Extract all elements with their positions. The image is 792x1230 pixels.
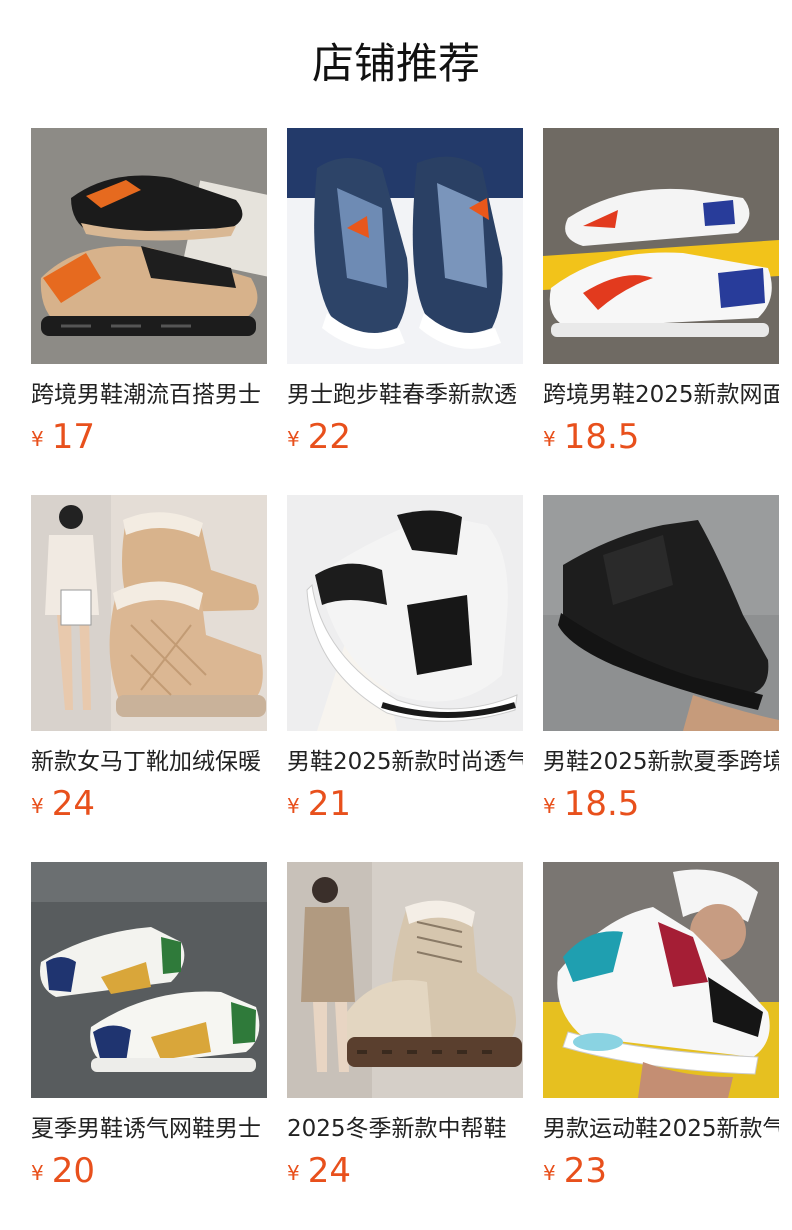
product-card[interactable]: 男款运动鞋2025新款气 ¥23 — [543, 862, 779, 1192]
cream-fur-lined-boots-image — [287, 862, 523, 1098]
product-card[interactable]: 男士跑步鞋春季新款透 ¥22 — [287, 128, 523, 458]
product-name[interactable]: 男士跑步鞋春季新款透 — [287, 379, 523, 411]
product-image[interactable] — [287, 862, 523, 1098]
white-red-blue-sneakers-image — [543, 128, 779, 364]
product-image[interactable] — [287, 128, 523, 364]
product-name[interactable]: 男鞋2025新款夏季跨境 — [543, 746, 779, 778]
product-name[interactable]: 男鞋2025新款时尚透气 — [287, 746, 523, 778]
product-price: ¥18.5 — [543, 415, 639, 459]
white-teal-red-air-sneaker-image — [543, 862, 779, 1098]
black-orange-beige-sneakers-image — [31, 128, 267, 364]
price-amount: 18.5 — [563, 417, 640, 457]
product-card[interactable]: 跨境男鞋潮流百搭男士 ¥17 — [31, 128, 267, 458]
price-amount: 24 — [307, 1151, 351, 1191]
black-mesh-running-shoe-image — [543, 495, 779, 731]
product-name[interactable]: 跨境男鞋潮流百搭男士 — [31, 379, 267, 411]
product-name[interactable]: 跨境男鞋2025新款网面 — [543, 379, 779, 411]
product-grid: 跨境男鞋潮流百搭男士 ¥17 男士跑步鞋春季新款透 ¥ 22 跨境男鞋2025新… — [0, 0, 792, 1230]
price-amount: 17 — [51, 417, 95, 457]
price-amount: 20 — [51, 1151, 95, 1191]
product-card[interactable]: 新款女马丁靴加绒保暖 ¥24 — [31, 495, 267, 825]
price-amount: 22 — [307, 417, 351, 457]
currency-symbol: ¥ — [287, 427, 300, 451]
product-card[interactable]: 男鞋2025新款时尚透气 ¥21 — [287, 495, 523, 825]
product-price: ¥20 — [31, 1149, 95, 1193]
currency-symbol: ¥ — [31, 427, 44, 451]
currency-symbol: ¥ — [543, 1161, 556, 1185]
product-price: ¥21 — [287, 782, 351, 826]
product-price: ¥23 — [543, 1149, 607, 1193]
product-image[interactable] — [543, 495, 779, 731]
product-card[interactable]: 2025冬季新款中帮鞋 ¥24 — [287, 862, 523, 1192]
white-yellow-navy-slip-on-image — [31, 862, 267, 1098]
price-amount: 18.5 — [563, 784, 640, 824]
beige-quilted-snow-boots-image — [31, 495, 267, 731]
currency-symbol: ¥ — [287, 1161, 300, 1185]
price-amount: 24 — [51, 784, 95, 824]
product-image[interactable] — [31, 495, 267, 731]
white-black-chunky-sneaker-image — [287, 495, 523, 731]
recommendation-page: 店铺推荐 跨境男鞋潮流百搭男士 ¥17 男士跑步鞋春季新款透 ¥ 22 跨境男鞋… — [0, 0, 792, 1230]
navy-grey-running-shoes-image — [287, 128, 523, 364]
product-name[interactable]: 2025冬季新款中帮鞋 — [287, 1113, 523, 1145]
product-price: ¥22 — [287, 415, 351, 459]
currency-symbol: ¥ — [31, 1161, 44, 1185]
product-image[interactable] — [31, 862, 267, 1098]
product-price: ¥24 — [287, 1149, 351, 1193]
product-image[interactable] — [31, 128, 267, 364]
price-amount: 21 — [307, 784, 351, 824]
product-image[interactable] — [543, 128, 779, 364]
product-card[interactable]: 男鞋2025新款夏季跨境 ¥18.5 — [543, 495, 779, 825]
price-amount: 23 — [563, 1151, 607, 1191]
product-price: ¥24 — [31, 782, 95, 826]
product-card[interactable]: 夏季男鞋诱气网鞋男士 ¥20 — [31, 862, 267, 1192]
product-name[interactable]: 男款运动鞋2025新款气 — [543, 1113, 779, 1145]
product-price: ¥17 — [31, 415, 95, 459]
currency-symbol: ¥ — [287, 794, 300, 818]
currency-symbol: ¥ — [543, 427, 556, 451]
product-card[interactable]: 跨境男鞋2025新款网面 ¥18.5 — [543, 128, 779, 458]
product-price: ¥18.5 — [543, 782, 639, 826]
currency-symbol: ¥ — [31, 794, 44, 818]
product-image[interactable] — [287, 495, 523, 731]
currency-symbol: ¥ — [543, 794, 556, 818]
product-name[interactable]: 夏季男鞋诱气网鞋男士 — [31, 1113, 267, 1145]
product-image[interactable] — [543, 862, 779, 1098]
product-name[interactable]: 新款女马丁靴加绒保暖 — [31, 746, 267, 778]
